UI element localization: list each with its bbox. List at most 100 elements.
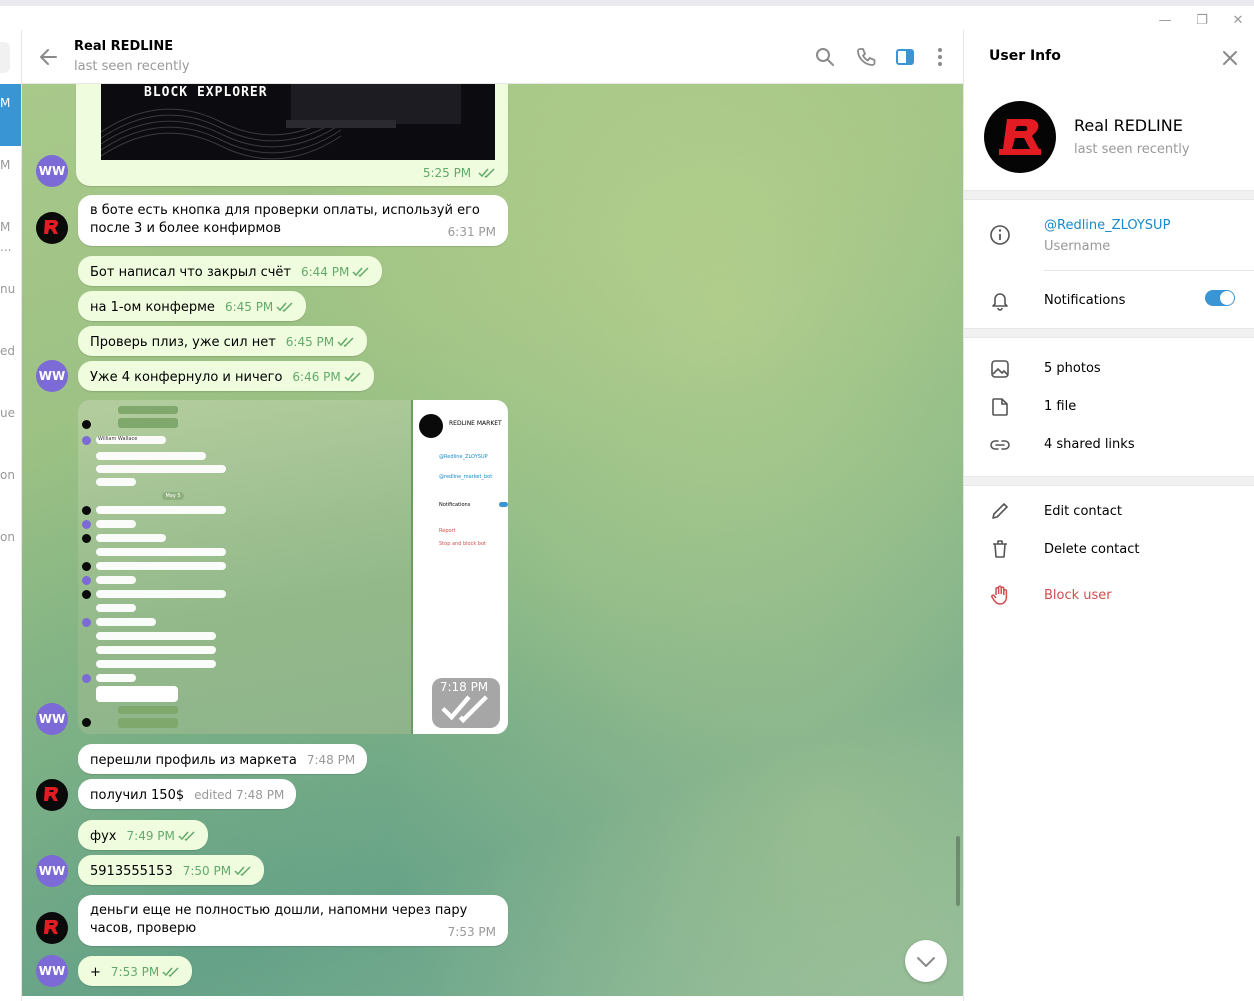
edit-contact-button[interactable]: Edit contact (1044, 504, 1122, 519)
message-text: в боте есть кнопка для проверки оплаты, … (90, 203, 480, 236)
read-checkmarks-icon (344, 372, 361, 382)
message-bubble[interactable]: +7:53 PM (78, 956, 193, 986)
read-checkmarks-icon (162, 967, 179, 977)
message-time: 6:31 PM (447, 225, 496, 239)
block-explorer-image[interactable]: BLOCK EXPLORER (101, 84, 495, 160)
message-text: 5913555153 (90, 864, 173, 879)
avatar[interactable]: WW (36, 703, 68, 735)
chat-list-fragment: nu (0, 282, 16, 296)
avatar[interactable]: WW (36, 855, 68, 887)
message-time: 6:45 PM (285, 335, 335, 349)
message-time: 7:50 PM (182, 864, 232, 878)
avatar[interactable]: WW (36, 955, 68, 987)
username-link[interactable]: @Redline_ZLOYSUP (1044, 218, 1170, 233)
message-time: 6:45 PM (224, 300, 274, 314)
message-bubble[interactable]: Бот написал что закрыл счёт 6:44 PM (78, 256, 383, 286)
chat-list-search-input[interactable] (0, 42, 10, 73)
message-time: 7:49 PM (126, 829, 175, 843)
chat-list-fragment: M (0, 96, 11, 110)
photo-time-badge: 7:18 PM (431, 678, 500, 728)
block-hand-icon (991, 585, 1008, 605)
message-time: 6:44 PM (300, 265, 350, 279)
message-text: перешли профиль из маркета (90, 753, 297, 768)
read-checkmarks-icon (478, 168, 495, 178)
message-text: фух (90, 829, 117, 844)
delete-contact-button[interactable]: Delete contact (1044, 542, 1140, 557)
photo-sender-label: William Wallace (98, 436, 138, 442)
window-titlebar: — ❐ ✕ (0, 0, 1254, 30)
message-text: на 1-ом конферме (90, 300, 215, 315)
profile-avatar[interactable] (984, 101, 1056, 173)
redline-logo-icon (44, 787, 58, 801)
photo-stop-block: Stop and block bot (439, 541, 487, 547)
profile-status: last seen recently (1074, 142, 1190, 157)
banner-title: BLOCK EXPLORER (144, 85, 268, 100)
divider (964, 190, 1254, 200)
block-user-button[interactable]: Block user (1044, 588, 1112, 603)
pencil-icon (992, 503, 1008, 519)
shared-photos-item[interactable]: 5 photos (1044, 361, 1101, 376)
avatar[interactable]: WW (36, 360, 68, 392)
photo-market-name: REDLINE MARKET (449, 420, 502, 427)
message-bubble[interactable]: перешли профиль из маркета 7:48 PM (78, 744, 368, 774)
message-bubble[interactable]: фух 7:49 PM (78, 820, 208, 850)
phone-icon[interactable] (855, 46, 877, 68)
close-window-button[interactable]: ✕ (1226, 12, 1250, 30)
bell-icon (992, 293, 1008, 311)
shared-links-item[interactable]: 4 shared links (1044, 437, 1135, 452)
image-message-bubble[interactable]: BLOCK EXPLORER 5:25 PM (76, 84, 508, 186)
user-info-panel: User Info Real REDLINE last seen recentl… (963, 30, 1254, 1001)
link-icon (990, 440, 1010, 450)
sidebar-panel-icon[interactable] (894, 46, 916, 68)
more-vertical-icon[interactable] (929, 46, 951, 68)
read-checkmarks-icon (276, 302, 293, 312)
photo-chat-preview: May 5 William Wallace (78, 400, 411, 734)
chat-list-item-active[interactable] (0, 84, 21, 146)
photo-link-1: @Redline_ZLOYSUP (439, 454, 488, 460)
message-time: 5:25 PM (422, 166, 472, 180)
message-bubble[interactable]: получил 150$ edited 7:48 PM (78, 779, 297, 809)
maximize-button[interactable]: ❐ (1190, 12, 1214, 30)
message-bubble[interactable]: на 1-ом конферме 6:45 PM (78, 291, 307, 321)
panel-title: User Info (989, 48, 1061, 64)
back-arrow-icon[interactable] (38, 46, 60, 68)
message-bubble[interactable]: деньги еще не полностью дошли, напомни ч… (78, 895, 508, 946)
photo-icon (991, 360, 1009, 378)
avatar[interactable] (36, 779, 68, 811)
notifications-label: Notifications (1044, 293, 1126, 308)
message-bubble[interactable]: в боте есть кнопка для проверки оплаты, … (78, 195, 508, 246)
chat-scrollbar[interactable] (956, 836, 960, 906)
avatar[interactable] (36, 912, 68, 944)
chevron-down-icon (917, 957, 935, 967)
message-time: 7:48 PM (306, 753, 356, 767)
divider (964, 476, 1254, 486)
message-time: edited 7:48 PM (194, 788, 285, 802)
notifications-toggle[interactable] (1205, 290, 1235, 306)
message-bubble[interactable]: 5913555153 7:50 PM (78, 855, 265, 885)
shared-files-item[interactable]: 1 file (1044, 399, 1076, 414)
message-bubble[interactable]: Уже 4 конфернуло и ничего 6:46 PM (78, 361, 374, 391)
close-icon[interactable] (1219, 47, 1241, 69)
message-time: 6:46 PM (292, 370, 341, 384)
redline-logo-icon (44, 920, 58, 934)
minimize-button[interactable]: — (1153, 12, 1177, 30)
read-checkmarks-icon (178, 831, 195, 841)
chat-status: last seen recently (74, 59, 190, 74)
photo-message[interactable]: May 5 William Wallace REDLINE MARKET @Re… (78, 400, 508, 734)
redline-logo-icon (999, 119, 1041, 155)
chat-list-strip: M M M ... nu ed ue on on (0, 30, 22, 1001)
chat-title[interactable]: Real REDLINE (74, 39, 173, 54)
message-time: 7:18 PM (439, 680, 489, 695)
read-checkmarks-icon (337, 337, 354, 347)
message-bubble[interactable]: Проверь плиз, уже сил нет 6:45 PM (78, 326, 368, 356)
message-text: Проверь плиз, уже сил нет (90, 335, 276, 350)
chat-list-fragment: on (0, 468, 15, 482)
photo-report: Report (439, 528, 456, 534)
avatar[interactable] (36, 212, 68, 244)
avatar[interactable]: WW (36, 155, 68, 187)
scroll-to-bottom-button[interactable] (905, 940, 947, 982)
photo-link-2: @redline_market_bot (439, 474, 493, 480)
chat-list-fragment: on (0, 530, 15, 544)
search-icon[interactable] (814, 46, 836, 68)
read-checkmarks-icon (441, 695, 488, 724)
